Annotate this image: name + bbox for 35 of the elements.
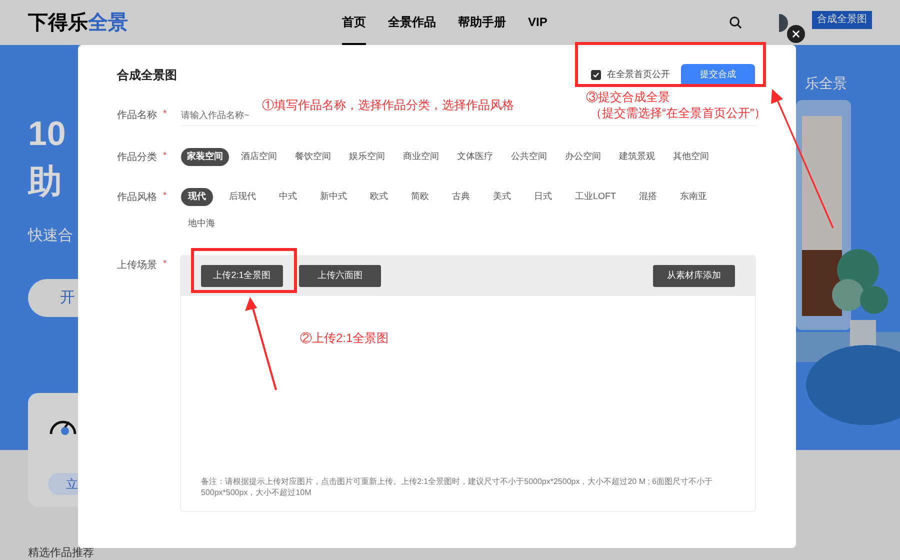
upload-note: 备注：请根据提示上传对应图片，点击图片可重新上传。上传2:1全景图时，建议尺寸不小于5000px*2500px，大小不超过20 M ; 6面图尺寸不小于500px*500px，大小不超过10M	[201, 476, 714, 498]
field-label: 作品风格	[117, 190, 157, 204]
required-mark: *	[163, 150, 167, 160]
field-label: 上传场景	[117, 258, 157, 272]
required-mark: *	[163, 190, 167, 200]
checkbox-label: 在全景首页公开	[607, 68, 670, 82]
annotation-text: ②上传2:1全景图	[300, 330, 389, 347]
checkbox[interactable]	[591, 70, 601, 80]
chip[interactable]: 家装空间	[181, 148, 229, 166]
nav-link[interactable]: 帮助手册	[458, 0, 506, 45]
site-logo[interactable]: 下得乐全景	[28, 12, 128, 32]
search-icon[interactable]	[729, 16, 742, 29]
hero-title: 助	[28, 165, 62, 199]
field-label: 作品名称	[117, 108, 157, 122]
hero-title: 10	[28, 117, 66, 151]
close-icon	[792, 30, 800, 38]
name-input-field[interactable]: 请输入作品名称~	[181, 106, 259, 124]
hero-subtitle: 快速合	[28, 226, 73, 246]
annotation-text: （提交需选择“在全景首页公开”）	[590, 105, 766, 122]
upload-button[interactable]: 上传六面图	[299, 265, 381, 287]
nav-link[interactable]: VIP	[528, 0, 548, 45]
required-mark: *	[163, 108, 167, 118]
nav-link[interactable]: 全景作品	[388, 0, 436, 45]
required-mark: *	[163, 258, 167, 268]
field-label: 作品分类	[117, 150, 157, 164]
library-button[interactable]: 从素材库添加	[653, 265, 735, 287]
dialog-title: 合成全景图	[117, 67, 177, 84]
submit-button[interactable]: 提交合成	[681, 64, 755, 86]
annotation-text: ①填写作品名称，选择作品分类，选择作品风格	[262, 97, 514, 114]
annotation-text: ③提交合成全景	[586, 89, 670, 106]
chip[interactable]: 现代	[181, 188, 213, 206]
hero-caption: 乐全景	[805, 74, 847, 93]
upload-button[interactable]: 上传2:1全景图	[201, 265, 283, 287]
section-title: 精选作品推荐	[28, 548, 94, 559]
create-panorama-button[interactable]: 合成全景图	[812, 11, 872, 29]
